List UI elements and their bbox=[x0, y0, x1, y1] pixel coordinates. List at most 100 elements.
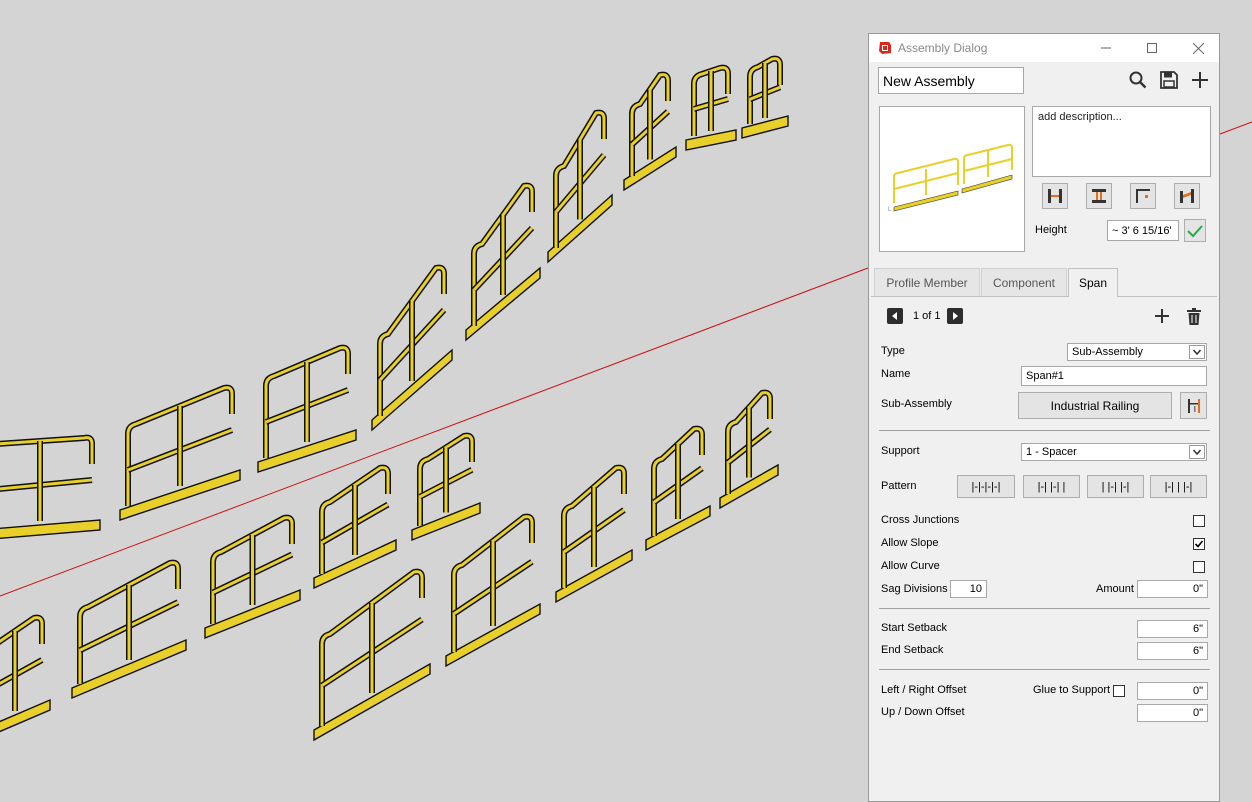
chevron-down-icon bbox=[1189, 445, 1205, 459]
railing-segment[interactable] bbox=[257, 344, 357, 473]
left-right-offset-label: Left / Right Offset bbox=[881, 684, 967, 696]
pattern-button-4[interactable]: |-| | |-| bbox=[1150, 475, 1207, 498]
add-span-button[interactable] bbox=[1151, 305, 1173, 327]
railing-segment[interactable] bbox=[313, 568, 431, 742]
glue-to-support-label: Glue to Support bbox=[1033, 684, 1111, 696]
description-textarea[interactable]: add description... bbox=[1032, 106, 1211, 177]
separator bbox=[879, 669, 1210, 670]
amount-input[interactable]: 0" bbox=[1137, 580, 1208, 598]
railing-segment[interactable] bbox=[547, 109, 613, 264]
railing-segment[interactable] bbox=[741, 55, 789, 139]
delete-span-button[interactable] bbox=[1183, 305, 1205, 327]
railing-segment[interactable] bbox=[204, 514, 301, 640]
subassembly-picker-button[interactable] bbox=[1180, 392, 1207, 419]
end-posts-icon bbox=[1048, 189, 1062, 203]
checkmark-icon bbox=[1194, 540, 1204, 548]
assembly-name-input[interactable]: New Assembly bbox=[878, 67, 1024, 94]
railing-picker-icon bbox=[1187, 398, 1200, 413]
railing-segment[interactable] bbox=[645, 425, 711, 552]
railing-segment[interactable] bbox=[0, 614, 51, 740]
separator bbox=[879, 608, 1210, 609]
tab-component[interactable]: Component bbox=[981, 268, 1067, 296]
slope-style-button[interactable] bbox=[1174, 183, 1200, 209]
pattern-button-2[interactable]: |-| |-| | bbox=[1023, 475, 1080, 498]
left-right-offset-input[interactable]: 0" bbox=[1137, 682, 1208, 700]
railing-segment[interactable] bbox=[119, 384, 241, 521]
window-title: Assembly Dialog bbox=[898, 41, 988, 55]
save-icon bbox=[1160, 71, 1178, 89]
trash-icon bbox=[1187, 307, 1201, 325]
minimize-icon bbox=[1101, 47, 1111, 49]
type-label: Type bbox=[881, 345, 905, 357]
railing-segment[interactable] bbox=[313, 464, 397, 590]
triangle-right-icon bbox=[953, 312, 958, 320]
svg-text:L: L bbox=[888, 207, 892, 213]
up-down-offset-label: Up / Down Offset bbox=[881, 706, 965, 718]
sketchup-logo-icon bbox=[879, 42, 891, 54]
end-setback-label: End Setback bbox=[881, 644, 944, 656]
subassembly-button[interactable]: Industrial Railing bbox=[1018, 392, 1172, 419]
close-button[interactable] bbox=[1175, 34, 1221, 62]
save-button[interactable] bbox=[1157, 68, 1181, 92]
sag-divisions-input[interactable]: 10 bbox=[950, 580, 987, 598]
title-bar: Assembly Dialog bbox=[869, 34, 1219, 62]
allow-slope-label: Allow Slope bbox=[881, 537, 939, 549]
minimize-button[interactable] bbox=[1083, 34, 1129, 62]
checkmark-icon bbox=[1187, 224, 1203, 237]
glue-to-support-checkbox[interactable] bbox=[1113, 685, 1125, 697]
tab-span[interactable]: Span bbox=[1068, 268, 1118, 297]
height-label: Height bbox=[1035, 224, 1067, 236]
railing-segment[interactable] bbox=[555, 464, 633, 604]
top-bottom-rails-icon bbox=[1092, 189, 1106, 203]
type-select[interactable]: Sub-Assembly bbox=[1067, 343, 1207, 361]
railing-segment[interactable] bbox=[465, 182, 541, 342]
railing-kickplate bbox=[0, 519, 101, 540]
pattern-button-3[interactable]: | |-| |-| bbox=[1087, 475, 1144, 498]
railing-segment[interactable] bbox=[623, 71, 677, 192]
height-input[interactable]: ~ 3' 6 15/16' bbox=[1107, 220, 1179, 241]
search-button[interactable] bbox=[1126, 68, 1150, 92]
allow-curve-checkbox[interactable] bbox=[1193, 561, 1205, 573]
apply-height-button[interactable] bbox=[1184, 219, 1206, 242]
plus-icon bbox=[1155, 309, 1169, 323]
amount-label: Amount bbox=[1096, 583, 1134, 595]
cross-junctions-checkbox[interactable] bbox=[1193, 515, 1205, 527]
tab-profile-member[interactable]: Profile Member bbox=[874, 268, 980, 296]
next-span-button[interactable] bbox=[947, 308, 963, 324]
pattern-button-1[interactable]: |-|-|-|-| bbox=[957, 475, 1015, 498]
railing-segment[interactable] bbox=[685, 64, 737, 151]
cross-junctions-label: Cross Junctions bbox=[881, 514, 960, 526]
subassembly-label: Sub-Assembly bbox=[881, 398, 952, 410]
up-down-offset-input[interactable]: 0" bbox=[1137, 704, 1208, 722]
support-select[interactable]: 1 - Spacer bbox=[1021, 443, 1207, 461]
railing-preview-image: L bbox=[888, 143, 1013, 213]
railing-segment[interactable] bbox=[719, 389, 779, 510]
name-input[interactable]: Span#1 bbox=[1021, 366, 1207, 386]
search-icon bbox=[1129, 71, 1147, 89]
top-bottom-style-button[interactable] bbox=[1086, 183, 1112, 209]
start-setback-input[interactable]: 6" bbox=[1137, 620, 1208, 638]
maximize-button[interactable] bbox=[1129, 34, 1175, 62]
railing-segment[interactable] bbox=[371, 264, 453, 432]
tab-strip-border bbox=[871, 296, 1217, 297]
railing-segment[interactable] bbox=[411, 432, 481, 542]
pattern-label: Pattern bbox=[881, 480, 917, 492]
railing-segment[interactable] bbox=[71, 559, 187, 700]
end-setback-input[interactable]: 6" bbox=[1137, 642, 1208, 660]
railing-segment[interactable] bbox=[0, 434, 101, 540]
previous-span-button[interactable] bbox=[887, 308, 903, 324]
type-select-value: Sub-Assembly bbox=[1072, 346, 1143, 358]
end-posts-style-button[interactable] bbox=[1042, 183, 1068, 209]
sloped-rail-icon bbox=[1180, 189, 1194, 203]
railing-segment[interactable] bbox=[445, 513, 541, 668]
name-label: Name bbox=[881, 368, 911, 380]
close-icon bbox=[1192, 42, 1204, 54]
allow-slope-checkbox[interactable] bbox=[1193, 538, 1205, 550]
corner-style-button[interactable] bbox=[1130, 183, 1156, 209]
railing-kickplate bbox=[0, 698, 51, 733]
corner-icon bbox=[1136, 189, 1150, 203]
separator bbox=[879, 430, 1210, 431]
railing-assemblies bbox=[0, 55, 789, 742]
add-assembly-button[interactable] bbox=[1188, 68, 1212, 92]
maximize-icon bbox=[1147, 43, 1157, 53]
